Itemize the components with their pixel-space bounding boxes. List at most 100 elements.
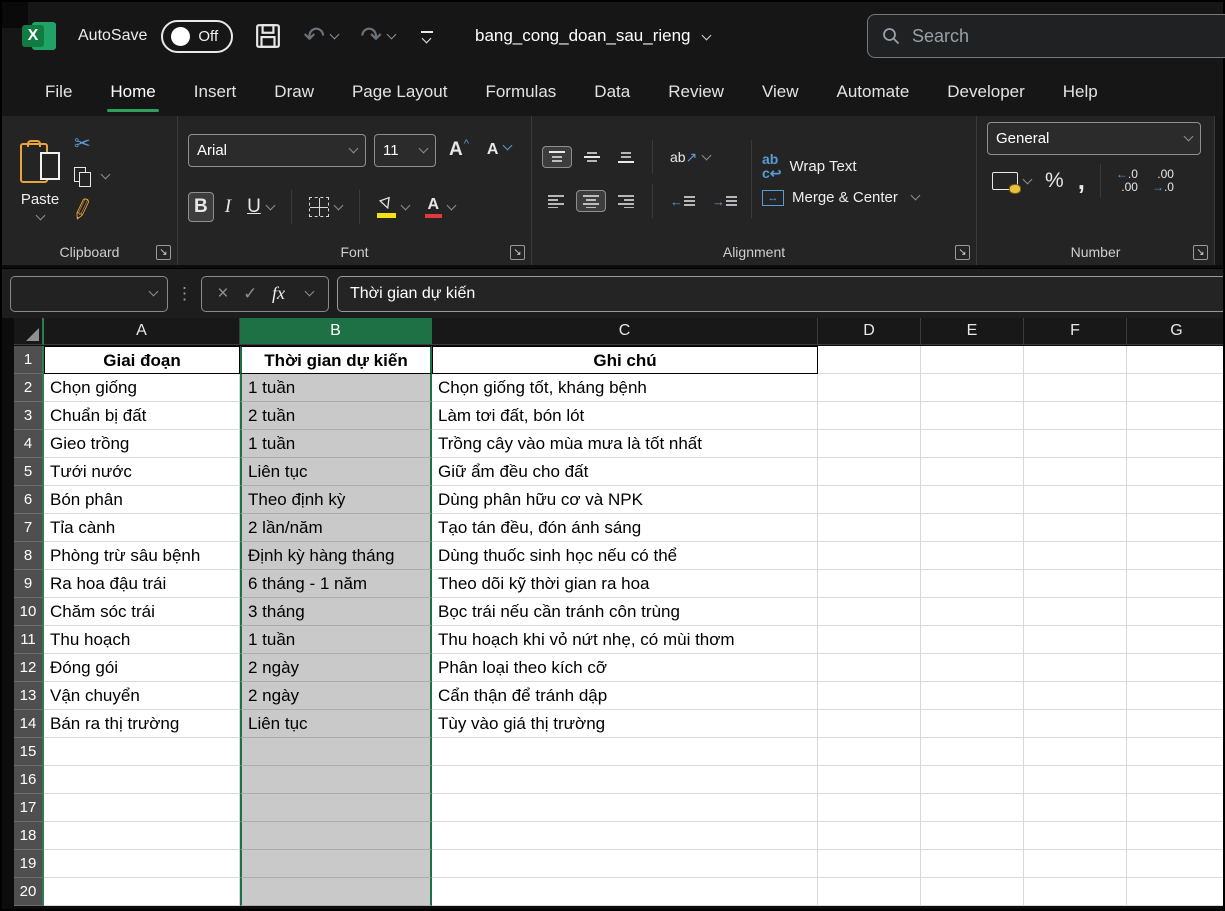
cell-G2[interactable]: [1127, 374, 1223, 402]
fill-color-chevron-icon[interactable]: [400, 200, 410, 210]
cell-E8[interactable]: [921, 542, 1024, 570]
cell-E13[interactable]: [921, 682, 1024, 710]
percent-style-button[interactable]: %: [1040, 166, 1069, 196]
row-header-3[interactable]: 3: [14, 402, 44, 430]
cell-C8[interactable]: Dùng thuốc sinh học nếu có thể: [432, 542, 818, 570]
cell-D20[interactable]: [818, 878, 921, 906]
cell-G14[interactable]: [1127, 710, 1223, 738]
cell-C4[interactable]: Trồng cây vào mùa mưa là tốt nhất: [432, 430, 818, 458]
cell-E12[interactable]: [921, 654, 1024, 682]
cell-G16[interactable]: [1127, 766, 1223, 794]
cell-E6[interactable]: [921, 486, 1024, 514]
cell-A9[interactable]: Ra hoa đậu trái: [44, 570, 240, 598]
cell-F19[interactable]: [1024, 850, 1127, 878]
cell-B13[interactable]: 2 ngày: [240, 682, 432, 710]
cell-B6[interactable]: Theo định kỳ: [240, 486, 432, 514]
cell-D6[interactable]: [818, 486, 921, 514]
clipboard-dialog-launcher[interactable]: ↘: [156, 245, 171, 260]
cell-D13[interactable]: [818, 682, 921, 710]
redo-button[interactable]: ↷: [360, 23, 395, 49]
cell-F20[interactable]: [1024, 878, 1127, 906]
cell-B19[interactable]: [240, 850, 432, 878]
cell-F9[interactable]: [1024, 570, 1127, 598]
cell-F2[interactable]: [1024, 374, 1127, 402]
cell-F6[interactable]: [1024, 486, 1127, 514]
font-dialog-launcher[interactable]: ↘: [510, 245, 525, 260]
align-left-button[interactable]: [542, 191, 570, 211]
orientation-chevron-icon[interactable]: [702, 150, 712, 160]
cell-B17[interactable]: [240, 794, 432, 822]
fx-chevron-icon[interactable]: [304, 287, 314, 297]
cell-E2[interactable]: [921, 374, 1024, 402]
cell-A12[interactable]: Đóng gói: [44, 654, 240, 682]
name-box-chevron-icon[interactable]: [149, 287, 159, 297]
search-input[interactable]: Search: [867, 14, 1225, 58]
cell-A5[interactable]: Tưới nước: [44, 458, 240, 486]
menu-tab-help[interactable]: Help: [1044, 72, 1117, 114]
cell-G19[interactable]: [1127, 850, 1223, 878]
row-header-9[interactable]: 9: [14, 570, 44, 598]
menu-tab-draw[interactable]: Draw: [255, 72, 333, 114]
cell-B11[interactable]: 1 tuần: [240, 626, 432, 654]
cell-B20[interactable]: [240, 878, 432, 906]
cell-E11[interactable]: [921, 626, 1024, 654]
cell-G7[interactable]: [1127, 514, 1223, 542]
row-header-7[interactable]: 7: [14, 514, 44, 542]
cell-F1[interactable]: [1024, 346, 1127, 374]
number-dialog-launcher[interactable]: ↘: [1193, 245, 1208, 260]
cell-E5[interactable]: [921, 458, 1024, 486]
format-painter-icon[interactable]: 🖉: [69, 195, 97, 230]
cell-B9[interactable]: 6 tháng - 1 năm: [240, 570, 432, 598]
cell-C11[interactable]: Thu hoạch khi vỏ nứt nhẹ, có mùi thơm: [432, 626, 818, 654]
center-button[interactable]: [576, 190, 606, 212]
cell-E3[interactable]: [921, 402, 1024, 430]
decrease-font-size-button[interactable]: A: [482, 138, 517, 162]
cell-A16[interactable]: [44, 766, 240, 794]
font-name-select[interactable]: Arial: [188, 134, 366, 167]
cell-C15[interactable]: [432, 738, 818, 766]
cell-D5[interactable]: [818, 458, 921, 486]
name-box[interactable]: [10, 276, 168, 312]
copy-chevron-icon[interactable]: [101, 170, 111, 180]
font-color-chevron-icon[interactable]: [446, 200, 456, 210]
accounting-chevron-icon[interactable]: [1023, 174, 1033, 184]
row-header-8[interactable]: 8: [14, 542, 44, 570]
cell-G4[interactable]: [1127, 430, 1223, 458]
decrease-decimal-button[interactable]: .00→.0: [1147, 165, 1179, 196]
cell-C7[interactable]: Tạo tán đều, đón ánh sáng: [432, 514, 818, 542]
cell-A13[interactable]: Vận chuyển: [44, 682, 240, 710]
menu-tab-automate[interactable]: Automate: [818, 72, 929, 114]
alignment-dialog-launcher[interactable]: ↘: [955, 245, 970, 260]
cell-D10[interactable]: [818, 598, 921, 626]
cell-D17[interactable]: [818, 794, 921, 822]
cell-D15[interactable]: [818, 738, 921, 766]
bold-button[interactable]: B: [188, 192, 214, 222]
cell-C9[interactable]: Theo dõi kỹ thời gian ra hoa: [432, 570, 818, 598]
cell-G9[interactable]: [1127, 570, 1223, 598]
cell-F10[interactable]: [1024, 598, 1127, 626]
row-header-16[interactable]: 16: [14, 766, 44, 794]
row-header-13[interactable]: 13: [14, 682, 44, 710]
cell-G17[interactable]: [1127, 794, 1223, 822]
enter-icon[interactable]: ✓: [243, 284, 257, 304]
cell-G18[interactable]: [1127, 822, 1223, 850]
cell-A18[interactable]: [44, 822, 240, 850]
row-header-20[interactable]: 20: [14, 878, 44, 906]
middle-align-button[interactable]: [578, 147, 606, 167]
underline-chevron-icon[interactable]: [265, 200, 275, 210]
underline-button[interactable]: U: [242, 193, 279, 221]
cell-E15[interactable]: [921, 738, 1024, 766]
cell-G10[interactable]: [1127, 598, 1223, 626]
cell-F8[interactable]: [1024, 542, 1127, 570]
formula-bar-grip[interactable]: ⋮: [176, 284, 193, 304]
menu-tab-file[interactable]: File: [26, 72, 91, 114]
cell-D9[interactable]: [818, 570, 921, 598]
row-header-19[interactable]: 19: [14, 850, 44, 878]
cell-D7[interactable]: [818, 514, 921, 542]
menu-tab-page-layout[interactable]: Page Layout: [333, 72, 466, 114]
cell-B12[interactable]: 2 ngày: [240, 654, 432, 682]
cell-G13[interactable]: [1127, 682, 1223, 710]
font-color-button[interactable]: A: [420, 194, 460, 221]
cell-G15[interactable]: [1127, 738, 1223, 766]
cell-A19[interactable]: [44, 850, 240, 878]
